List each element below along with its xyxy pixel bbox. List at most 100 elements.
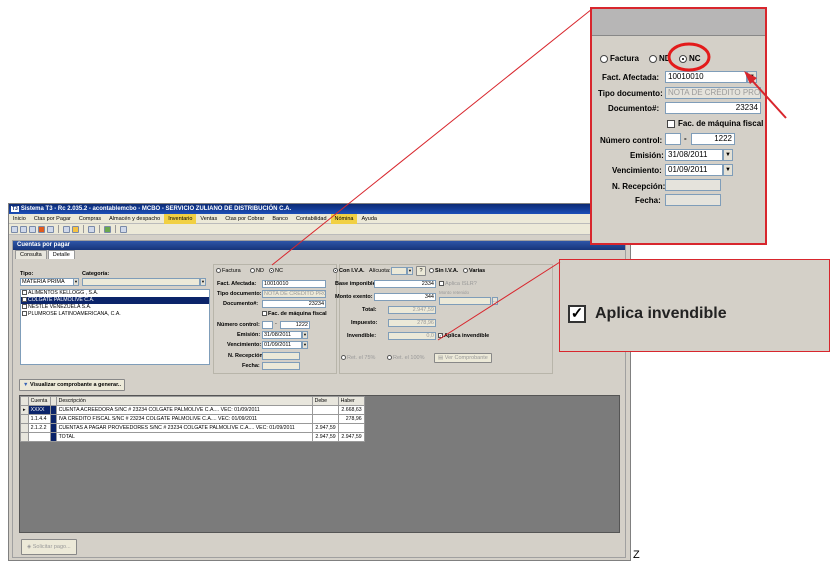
menu-inicio[interactable]: Inicio (9, 214, 30, 224)
zoom-invendible-callout: ✓ Aplica invendible (559, 259, 830, 352)
main-window: T3 Sistema T3 - Rc 2.035.2 - acontablemcb… (8, 203, 631, 561)
fac-maquina-fiscal-checkbox[interactable]: Fac. de máquina fiscal (262, 311, 327, 317)
zoom-recepcion-field (665, 179, 721, 191)
table-row[interactable]: TOTAL 2.947,59 2.947,59 (20, 432, 365, 442)
table-row[interactable]: 2.1.2.2 CUENTAS A PAGAR PROVEEDORES S/NC… (20, 423, 365, 433)
checkbox[interactable] (22, 290, 27, 296)
list-item[interactable]: ALIMENTOS KELLOGG , S.A. (21, 290, 209, 297)
checkbox[interactable] (22, 311, 27, 317)
zoom-radio-factura[interactable]: Factura (600, 54, 639, 63)
zoom-fact-afectada-dropdown-icon[interactable]: ▼ (747, 71, 757, 83)
title-bar: T3 Sistema T3 - Rc 2.035.2 - acontablemcb… (9, 204, 630, 214)
tab-detalle[interactable]: Detalle (47, 250, 75, 259)
menu-ventas[interactable]: Ventas (196, 214, 221, 224)
radio-nd[interactable]: ND (250, 268, 264, 274)
print-icon[interactable] (63, 225, 70, 233)
zoom-emision-label: Emisión: (630, 151, 664, 160)
zoom-aplica-invendible-label: Aplica invendible (595, 305, 727, 322)
zoom-documento-label: Documento#: (608, 104, 660, 113)
tools-icon[interactable] (120, 225, 127, 233)
radio-nc[interactable]: NC (269, 268, 283, 274)
base-imponible-field[interactable]: 2334 (374, 280, 436, 288)
radio-ret-75[interactable]: Ret. el 75% (341, 355, 375, 361)
zoom-fac-maquina-checkbox[interactable]: Fac. de máquina fiscal (667, 119, 763, 128)
list-item[interactable]: NESTLE VENEZUELA S.A. (21, 304, 209, 311)
monto-retenido-button[interactable]: … (492, 297, 498, 305)
tipo-label: Tipo: (20, 271, 34, 277)
zoom-documento-field[interactable]: 23234 (665, 102, 761, 114)
menu-banco[interactable]: Banco (268, 214, 292, 224)
zoom-radio-nc[interactable]: NC (679, 54, 701, 63)
radio-sin-iva[interactable]: Sin I.V.A. (429, 268, 458, 274)
zoom-fact-afectada-field[interactable]: 10010010 (665, 71, 747, 83)
solicitar-pago-button[interactable]: ◈ Solicitar pago... (21, 539, 77, 555)
categoria-select[interactable] (82, 278, 200, 286)
delete-icon[interactable] (47, 225, 54, 233)
zoom-numero-control-field[interactable]: 1222 (691, 133, 735, 145)
emision-calendar-icon[interactable]: ▼ (302, 331, 308, 339)
menu-compras[interactable]: Compras (75, 214, 105, 224)
zoom-tipo-documento-label: Tipo documento: (598, 89, 663, 98)
menu-inventario[interactable]: Inventario (164, 213, 197, 224)
zoom-vencimiento-calendar-icon[interactable]: ▼ (723, 164, 733, 176)
categoria-dropdown-icon[interactable]: ▼ (200, 278, 206, 286)
zoom-emision-field[interactable]: 31/08/2011 (665, 149, 723, 161)
menu-almacen[interactable]: Almacén y despacho (105, 214, 164, 224)
refresh-icon[interactable] (88, 225, 95, 233)
tab-consulta[interactable]: Consulta (15, 250, 47, 259)
vencimiento-field[interactable]: 01/09/2011 (262, 341, 302, 349)
help-button[interactable]: ? (416, 266, 426, 276)
table-row[interactable]: ▸ XXXX CUENTA ACREEDORA S/NC # 23234 COL… (20, 405, 365, 415)
monto-exento-field[interactable]: 344 (374, 293, 436, 301)
radio-con-iva[interactable]: Con I.V.A. (333, 268, 364, 274)
column-header-descripcion[interactable]: Descripción (55, 396, 313, 406)
list-item[interactable]: ✓ COLGATE PALMOLIVE C.A. (21, 297, 209, 304)
checkbox[interactable]: ✓ (22, 297, 27, 303)
invendible-field: 0,0 (388, 332, 436, 340)
total-label: Total: (362, 307, 377, 313)
edit-icon[interactable] (29, 225, 36, 233)
zoom-emision-calendar-icon[interactable]: ▼ (723, 149, 733, 161)
save-icon[interactable] (20, 225, 27, 233)
menu-ctas-por-cobrar[interactable]: Ctas por Cobrar (221, 214, 268, 224)
impuesto-field: 278,96 (388, 319, 436, 327)
toolbar (9, 224, 630, 235)
zoom-vencimiento-field[interactable]: 01/09/2011 (665, 164, 723, 176)
menu-nomina[interactable]: Nómina (330, 213, 358, 224)
column-header-haber[interactable]: Haber (337, 396, 365, 406)
radio-ret-100[interactable]: Ret. el 100% (387, 355, 425, 361)
emision-field[interactable]: 31/08/2011 (262, 331, 302, 339)
fact-afectada-field[interactable]: 10010010 (262, 280, 326, 288)
visualizar-comprobante-button[interactable]: ▼ Visualizar comprobante a generar.. (19, 379, 125, 391)
cancel-icon[interactable] (38, 225, 45, 233)
menu-contabilidad[interactable]: Contabilidad (292, 214, 331, 224)
comprobante-table: Cuenta Descripción Debe Haber ▸ XXXX CUE… (20, 396, 365, 442)
zoom-radio-nd[interactable]: ND (649, 54, 671, 63)
numero-control-prefix[interactable] (262, 321, 273, 329)
documento-field[interactable]: 23234 (262, 300, 326, 308)
checkbox[interactable] (22, 304, 27, 310)
ver-comprobante-button[interactable]: ▤ Ver Comprobante (434, 353, 492, 363)
list-item[interactable]: PLUMROSE LATINOAMERICANA, C.A. (21, 311, 209, 318)
aplica-invendible-checkbox[interactable]: ✓ Aplica invendible (438, 333, 489, 339)
new-icon[interactable] (11, 225, 18, 233)
numero-control-field[interactable]: 1222 (280, 321, 310, 329)
zoom-aplica-invendible-checkbox[interactable]: ✓ (568, 305, 586, 323)
table-row[interactable]: 1.1.4.4 IVA CREDITO FISCAL S/NC # 23234 … (20, 414, 365, 424)
menu-ctas-por-pagar[interactable]: Ctas por Pagar (30, 214, 75, 224)
search-icon[interactable] (72, 225, 79, 233)
column-header-debe[interactable]: Debe (311, 396, 339, 406)
radio-factura[interactable]: Factura (216, 268, 241, 274)
vencimiento-calendar-icon[interactable]: ▼ (302, 341, 308, 349)
alicuota-dropdown-icon[interactable]: ▼ (407, 267, 413, 275)
tipo-select[interactable]: MATERIA PRIMA (20, 278, 74, 286)
radio-varias[interactable]: Varias (463, 268, 485, 274)
calculator-icon[interactable] (104, 225, 111, 233)
tipo-dropdown-icon[interactable]: ▼ (73, 278, 79, 286)
resize-grip-icon[interactable]: Z (633, 549, 640, 561)
column-header-cuenta[interactable]: Cuenta (27, 396, 51, 406)
menu-ayuda[interactable]: Ayuda (357, 214, 381, 224)
aplica-islr-checkbox[interactable]: Aplica ISLR? (439, 281, 477, 287)
zoom-numero-control-label: Número control: (600, 136, 663, 145)
zoom-numero-control-prefix[interactable] (665, 133, 681, 145)
